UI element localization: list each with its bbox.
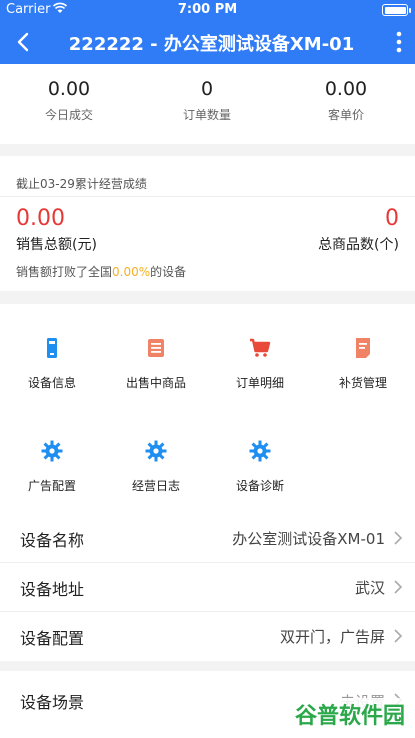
row-device-address[interactable]: 设备地址 武汉: [0, 563, 415, 612]
total-items-label: 总商品数(个): [318, 237, 399, 253]
grid-device-diagnosis[interactable]: 设备诊断: [208, 439, 312, 494]
grid-label: 设备诊断: [235, 479, 284, 493]
total-items-value: 0: [385, 206, 399, 231]
row-key: 设备地址: [20, 580, 85, 599]
list-icon: [148, 339, 164, 357]
section-gap: [0, 661, 415, 671]
grid-business-log[interactable]: 经营日志: [104, 439, 208, 494]
grid-label: 补货管理: [338, 376, 387, 390]
device-icon: [47, 338, 57, 358]
nav-bar: 222222 - 办公室测试设备XM-01: [0, 20, 415, 64]
divider: [0, 196, 415, 197]
row-value: 双开门，广告屏: [279, 628, 385, 646]
grid-label: 广告配置: [27, 479, 76, 493]
chevron-right-icon: [394, 580, 403, 594]
gear-icon: [249, 440, 271, 462]
row-device-config[interactable]: 设备配置 双开门，广告屏: [0, 612, 415, 661]
ranking-prefix: 销售额打败了全国: [16, 265, 113, 279]
total-sales-value: 0.00: [16, 206, 65, 231]
row-device-name[interactable]: 设备名称 办公室测试设备XM-01: [0, 514, 415, 563]
row-key: 设备场景: [20, 693, 85, 712]
stat-value: 0.00: [324, 78, 368, 100]
page-title: 222222 - 办公室测试设备XM-01: [68, 34, 355, 55]
performance-header: 截止03-29累计经营成绩: [16, 177, 147, 191]
top-bar: Carrier 7:00 PM 222222 - 办公室测试设备XM-01: [0, 0, 415, 64]
grid-restock[interactable]: 补货管理: [311, 336, 415, 391]
grid-label: 经营日志: [131, 479, 180, 493]
row-value: 办公室测试设备XM-01: [232, 530, 385, 548]
back-arrow-icon[interactable]: [10, 28, 38, 56]
stat-value: 0.00: [47, 78, 91, 100]
battery-icon: [382, 4, 411, 16]
stat-today-deals: 0.00 今日成交: [0, 78, 138, 123]
cart-icon: [250, 338, 271, 357]
today-stats: 0.00 今日成交 0 订单数量 0.00 客单价: [0, 64, 415, 144]
grid-label: 出售中商品: [125, 376, 186, 390]
row-key: 设备名称: [20, 531, 85, 550]
more-menu-icon[interactable]: [395, 30, 403, 54]
grid-ad-config[interactable]: 广告配置: [0, 439, 104, 494]
stat-label: 订单数量: [182, 108, 231, 122]
device-settings-list: 设备名称 办公室测试设备XM-01 设备地址 武汉 设备配置 双开门，广告屏: [0, 514, 415, 661]
gear-icon: [41, 440, 63, 462]
grid-order-details[interactable]: 订单明细: [208, 336, 312, 391]
status-time: 7:00 PM: [177, 2, 238, 17]
ranking-suffix: 的设备: [150, 265, 187, 279]
stat-value: 0: [200, 78, 214, 100]
grid-items-on-sale[interactable]: 出售中商品: [104, 336, 208, 391]
grid-label: 设备信息: [27, 376, 76, 390]
chevron-right-icon: [394, 629, 403, 643]
ranking-percent: 0.00%: [112, 265, 151, 279]
stat-label: 客单价: [327, 108, 364, 122]
stat-order-count: 0 订单数量: [138, 78, 276, 123]
stat-label: 今日成交: [44, 108, 93, 122]
grid-device-info[interactable]: 设备信息: [0, 336, 104, 391]
ranking-text: 销售额打败了全国0.00%的设备: [16, 263, 186, 280]
row-value: 武汉: [354, 579, 385, 597]
watermark-logo: 谷普软件园: [290, 698, 409, 730]
total-sales-label: 销售总额(元): [16, 237, 97, 253]
grid-label: 订单明细: [235, 376, 284, 390]
document-icon: [356, 338, 370, 358]
feature-grid: 设备信息 出售中商品 订单明细 补货管理 广告配置 经营日志 设备诊断: [0, 304, 415, 514]
stat-avg-order-price: 0.00 客单价: [277, 78, 415, 123]
performance-card: 截止03-29累计经营成绩 0.00 销售总额(元) 0 总商品数(个) 销售额…: [0, 156, 415, 291]
status-bar: Carrier 7:00 PM: [0, 0, 415, 20]
row-key: 设备配置: [20, 629, 85, 648]
gear-icon: [145, 440, 167, 462]
chevron-right-icon: [394, 531, 403, 545]
